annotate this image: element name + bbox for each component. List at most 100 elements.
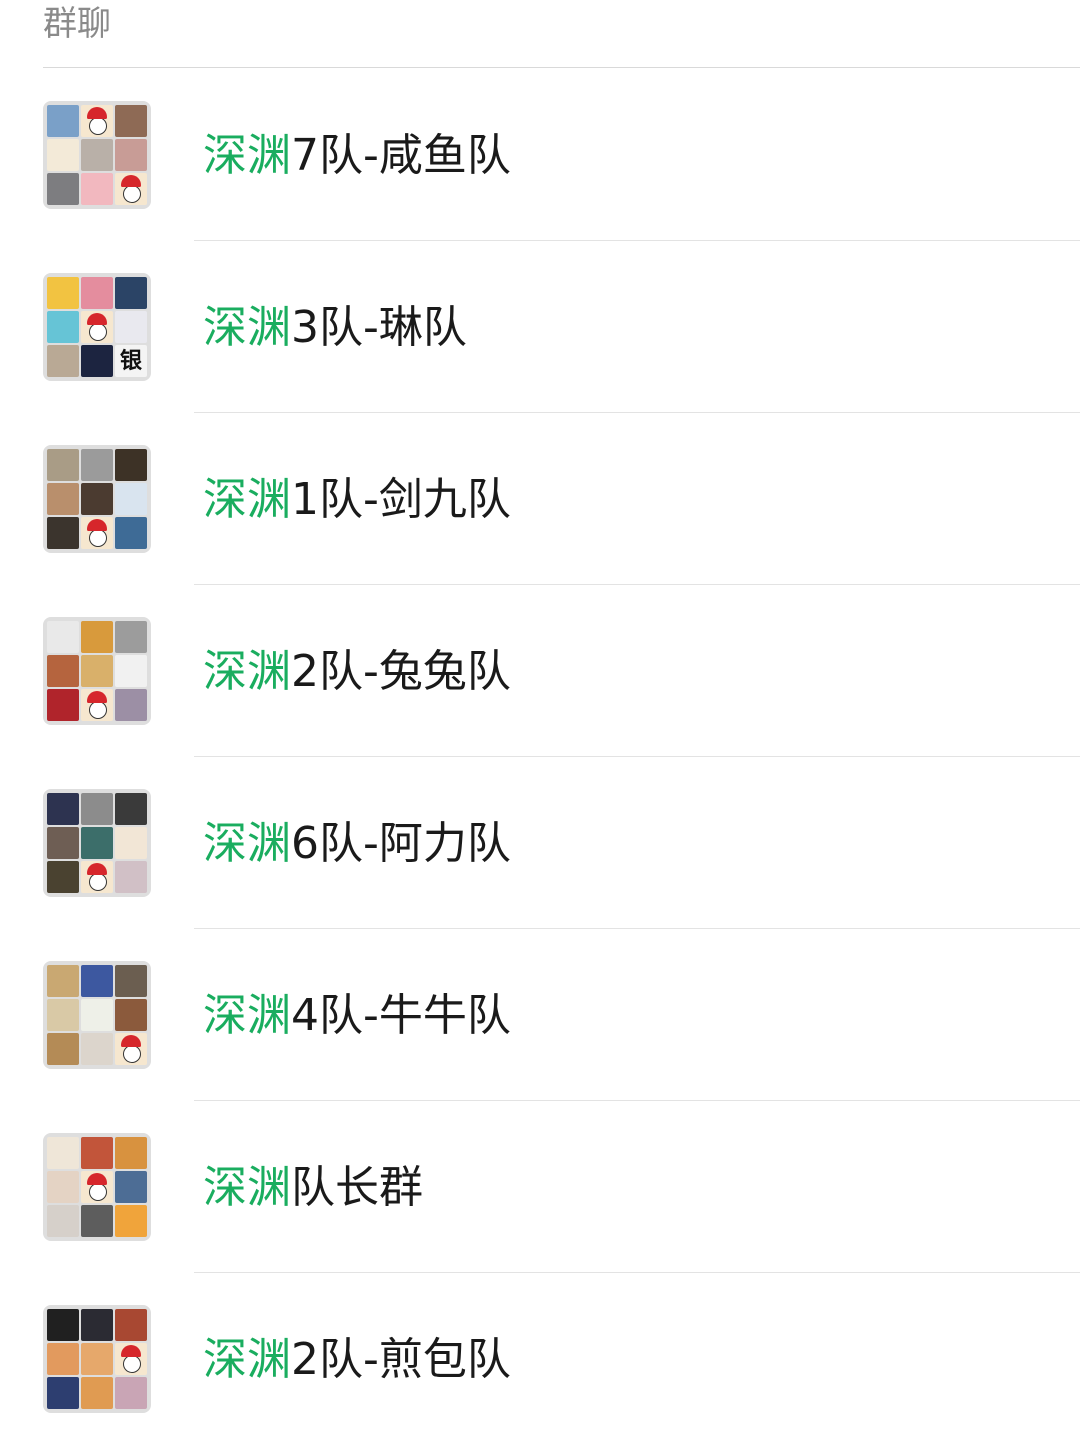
member-avatar-tile xyxy=(81,1309,113,1341)
group-chat-item[interactable]: 深渊4队-牛牛队 xyxy=(0,929,1080,1101)
member-avatar-tile xyxy=(115,1033,147,1065)
member-avatar-tile xyxy=(115,827,147,859)
group-avatar xyxy=(43,101,151,209)
group-name-match: 深渊 xyxy=(203,990,291,1041)
member-avatar-tile xyxy=(81,483,113,515)
group-chat-item[interactable]: 银 深渊3队-琳队 xyxy=(0,241,1080,413)
member-avatar-tile xyxy=(81,1137,113,1169)
member-avatar-tile xyxy=(47,1343,79,1375)
member-avatar-tile: 银 xyxy=(115,345,147,377)
group-name-match: 深渊 xyxy=(203,1162,291,1213)
group-name-match: 深渊 xyxy=(203,1334,291,1385)
group-name-match: 深渊 xyxy=(203,130,291,181)
section-title: 群聊 xyxy=(43,4,111,44)
group-name: 深渊1队-剑九队 xyxy=(203,473,511,527)
member-avatar-tile xyxy=(47,999,79,1031)
group-avatar xyxy=(43,445,151,553)
member-avatar-tile xyxy=(81,965,113,997)
member-avatar-tile xyxy=(81,1205,113,1237)
member-avatar-tile xyxy=(81,277,113,309)
group-name: 深渊3队-琳队 xyxy=(203,301,467,355)
member-avatar-tile xyxy=(115,1171,147,1203)
member-avatar-tile xyxy=(115,1343,147,1375)
member-avatar-tile xyxy=(47,1171,79,1203)
member-avatar-tile xyxy=(115,173,147,205)
member-avatar-tile xyxy=(81,999,113,1031)
member-avatar-tile xyxy=(115,449,147,481)
member-avatar-tile xyxy=(115,861,147,893)
member-avatar-tile xyxy=(115,1137,147,1169)
group-name-rest: 3队-琳队 xyxy=(291,302,467,353)
member-avatar-tile xyxy=(81,1377,113,1409)
member-avatar-tile xyxy=(81,1033,113,1065)
group-name: 深渊2队-煎包队 xyxy=(203,1333,511,1387)
member-avatar-tile xyxy=(115,311,147,343)
member-avatar-tile xyxy=(115,1205,147,1237)
member-avatar-tile xyxy=(81,621,113,653)
group-name-match: 深渊 xyxy=(203,646,291,697)
group-name-rest: 1队-剑九队 xyxy=(291,474,511,525)
group-chat-item[interactable]: 深渊1队-剑九队 xyxy=(0,413,1080,585)
member-avatar-tile xyxy=(115,483,147,515)
member-avatar-tile xyxy=(47,1137,79,1169)
group-name: 深渊2队-兔兔队 xyxy=(203,645,511,699)
group-name: 深渊4队-牛牛队 xyxy=(203,989,511,1043)
member-avatar-tile xyxy=(115,999,147,1031)
member-avatar-tile xyxy=(115,655,147,687)
group-name-rest: 2队-兔兔队 xyxy=(291,646,511,697)
member-avatar-tile xyxy=(115,1309,147,1341)
member-avatar-tile xyxy=(115,517,147,549)
group-chat-item[interactable]: 深渊队长群 xyxy=(0,1101,1080,1273)
group-chat-item[interactable]: 深渊2队-兔兔队 xyxy=(0,585,1080,757)
member-avatar-tile xyxy=(47,827,79,859)
group-name-rest: 2队-煎包队 xyxy=(291,1334,511,1385)
member-avatar-tile xyxy=(47,793,79,825)
member-avatar-tile xyxy=(81,1171,113,1203)
member-avatar-tile xyxy=(115,965,147,997)
member-avatar-tile xyxy=(115,139,147,171)
member-avatar-tile xyxy=(81,173,113,205)
member-avatar-tile xyxy=(47,1309,79,1341)
member-avatar-tile xyxy=(47,1377,79,1409)
member-avatar-tile xyxy=(47,655,79,687)
group-avatar xyxy=(43,617,151,725)
section-header-group-chats: 群聊 xyxy=(43,0,1080,68)
member-avatar-tile xyxy=(81,827,113,859)
member-avatar-tile xyxy=(47,345,79,377)
member-avatar-tile xyxy=(81,793,113,825)
member-avatar-tile xyxy=(81,655,113,687)
group-chat-item[interactable]: 深渊7队-咸鱼队 xyxy=(0,69,1080,241)
member-avatar-tile xyxy=(115,689,147,721)
member-avatar-tile xyxy=(47,483,79,515)
member-avatar-tile xyxy=(81,1343,113,1375)
member-avatar-tile xyxy=(47,139,79,171)
group-chat-item[interactable]: 深渊2队-煎包队 xyxy=(0,1273,1080,1445)
group-name-rest: 6队-阿力队 xyxy=(291,818,511,869)
member-avatar-tile xyxy=(47,449,79,481)
member-avatar-tile xyxy=(47,965,79,997)
member-avatar-tile xyxy=(47,1033,79,1065)
member-avatar-tile xyxy=(115,1377,147,1409)
group-name: 深渊7队-咸鱼队 xyxy=(203,129,511,183)
member-avatar-tile xyxy=(47,621,79,653)
group-avatar xyxy=(43,961,151,1069)
group-name-rest: 7队-咸鱼队 xyxy=(291,130,511,181)
group-name-match: 深渊 xyxy=(203,302,291,353)
group-name: 深渊队长群 xyxy=(203,1161,423,1215)
group-avatar: 银 xyxy=(43,273,151,381)
group-avatar xyxy=(43,1305,151,1413)
member-avatar-tile xyxy=(81,105,113,137)
member-avatar-tile xyxy=(47,861,79,893)
group-name-match: 深渊 xyxy=(203,474,291,525)
group-name-rest: 4队-牛牛队 xyxy=(291,990,511,1041)
member-avatar-tile xyxy=(115,621,147,653)
member-avatar-tile xyxy=(47,689,79,721)
group-chat-item[interactable]: 深渊6队-阿力队 xyxy=(0,757,1080,929)
member-avatar-tile xyxy=(47,517,79,549)
member-avatar-tile xyxy=(81,449,113,481)
member-avatar-tile xyxy=(47,311,79,343)
member-avatar-tile xyxy=(47,173,79,205)
member-avatar-tile xyxy=(81,689,113,721)
member-avatar-tile xyxy=(115,105,147,137)
member-avatar-tile xyxy=(115,793,147,825)
